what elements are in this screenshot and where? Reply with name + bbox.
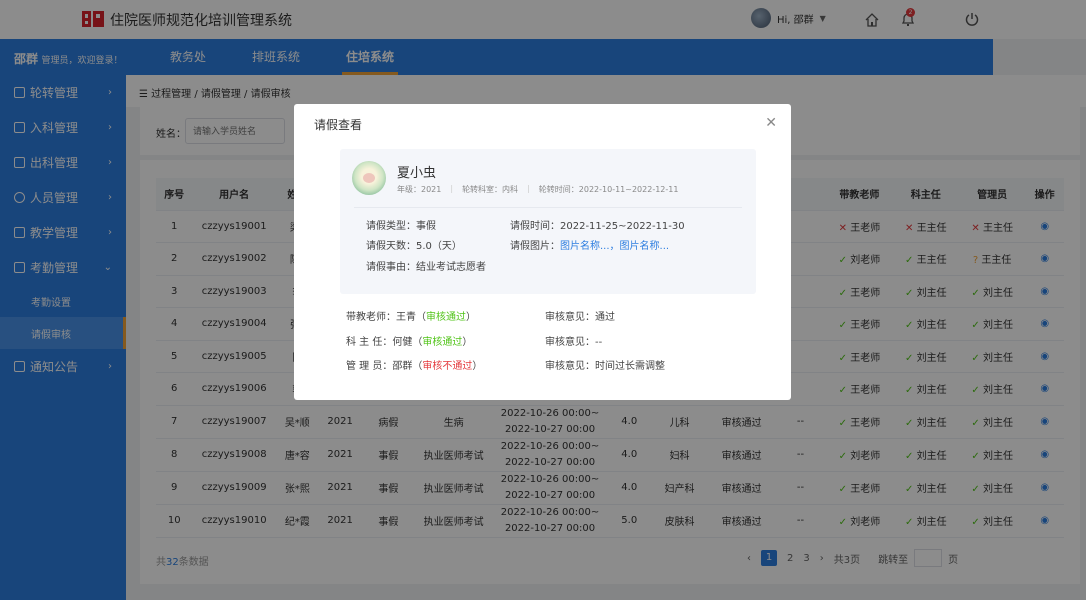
review-director-opinion: 审核意见：-- bbox=[545, 337, 603, 348]
review-admin: 管 理 员：邵群（审核不通过） bbox=[346, 361, 483, 372]
leave-days: 请假天数：5.0（天） bbox=[366, 241, 462, 252]
leave-info-card: 夏小虫 年级：2021 | 轮转科室：内科 | 轮转时间：2022-10-11~20… bbox=[340, 149, 756, 294]
person-dept: 轮转科室：内科 bbox=[462, 185, 519, 194]
person-grade: 年级：2021 bbox=[397, 185, 442, 194]
leave-images-link[interactable]: 图片名称...，图片名称... bbox=[560, 241, 669, 252]
leave-type: 请假类型：事假 bbox=[366, 221, 436, 232]
person-rotation: 轮转时间：2022-10-11~2022-12-11 bbox=[538, 185, 679, 194]
close-icon[interactable]: ✕ bbox=[765, 115, 777, 131]
dialog-title: 请假查看 bbox=[314, 118, 363, 132]
avatar bbox=[352, 161, 386, 195]
review-teacher: 带教老师：王青（审核通过） bbox=[346, 312, 476, 323]
leave-detail-dialog: 请假查看 ✕ 夏小虫 年级：2021 | 轮转科室：内科 | 轮转时间：2022-1… bbox=[294, 104, 791, 400]
review-teacher-opinion: 审核意见：通过 bbox=[545, 312, 615, 323]
leave-time: 请假时间：2022-11-25~2022-11-30 bbox=[510, 221, 685, 232]
person-name: 夏小虫 bbox=[397, 166, 437, 181]
review-admin-opinion: 审核意见：时间过长需调整 bbox=[545, 361, 665, 372]
leave-images: 请假图片：图片名称...，图片名称... bbox=[510, 241, 670, 252]
review-director: 科 主 任：何健（审核通过） bbox=[346, 337, 473, 348]
leave-reason: 请假事由：结业考试志愿者 bbox=[366, 262, 486, 273]
person-meta: 年级：2021 | 轮转科室：内科 | 轮转时间：2022-10-11~2022-1… bbox=[397, 184, 679, 194]
divider bbox=[354, 207, 742, 208]
